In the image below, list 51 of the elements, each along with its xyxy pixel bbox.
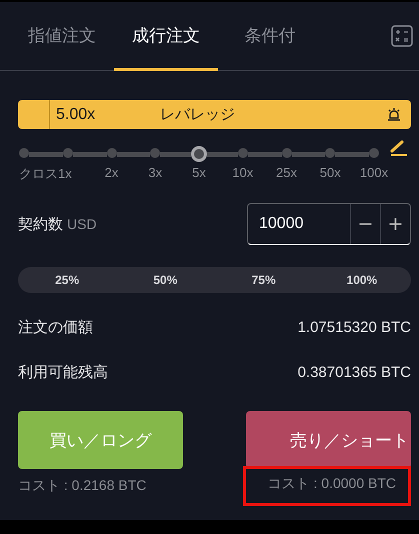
leverage-slider[interactable]: クロス1x 2x 3x 5x 10x 25x 50x 100x [16, 146, 390, 186]
track-segment[interactable] [116, 152, 150, 157]
sell-button[interactable]: 売り／ショート [246, 411, 411, 469]
percent-button[interactable]: 100% [312, 267, 411, 293]
track-segment[interactable] [160, 152, 191, 157]
order-type-tab[interactable]: 成行注文 [114, 2, 218, 71]
slider-stop[interactable] [369, 148, 379, 158]
percent-button[interactable]: 75% [214, 267, 313, 293]
slider-stop[interactable] [62, 148, 73, 158]
track-segment[interactable] [207, 152, 238, 157]
alarm-icon[interactable] [387, 107, 401, 122]
stop-label: 100x [360, 165, 388, 180]
summary-label: 利用可能残高 [18, 363, 108, 382]
track-segment[interactable] [248, 152, 282, 157]
order-type-tab[interactable]: 条件付 [218, 2, 322, 71]
slider-stop[interactable] [150, 148, 160, 158]
leverage-label: レバレッジ [160, 105, 235, 124]
stop-label: 50x [320, 165, 341, 180]
stop-label: 25x [276, 165, 297, 180]
slider-stop[interactable] [238, 148, 248, 158]
summary-value: 0.38701365 BTC [298, 364, 411, 381]
quantity-label: 契約数 [18, 214, 63, 234]
cost-text: コスト : 0.2168 BTC [18, 477, 146, 495]
track-segment[interactable] [29, 152, 63, 157]
cost-text: コスト : 0.0000 BTC [242, 466, 411, 506]
leverage-bar[interactable]: 5.00x レバレッジ [18, 100, 411, 129]
track-segment[interactable] [292, 152, 326, 157]
summary-label: 注文の価額 [18, 318, 93, 337]
percent-button[interactable]: 50% [116, 267, 214, 293]
pencil-icon[interactable] [390, 140, 408, 156]
percent-button[interactable]: 25% [18, 267, 116, 293]
summary-value: 1.07515320 BTC [298, 319, 411, 336]
stop-label: 2x [104, 165, 118, 180]
quantity-field[interactable]: 10000 − + [247, 203, 411, 245]
track-segment[interactable] [72, 152, 106, 157]
order-type-tab[interactable]: 指値注文 [10, 2, 114, 71]
slider-stop[interactable] [19, 148, 29, 158]
stop-label: 5x [192, 165, 206, 180]
track-segment[interactable] [335, 152, 369, 157]
slider-thumb[interactable] [191, 146, 207, 162]
stop-label: 3x [148, 165, 162, 180]
slider-stop[interactable] [325, 148, 336, 158]
stop-label: 10x [232, 165, 254, 180]
leverage-value: 5.00x [56, 106, 96, 124]
slider-stop[interactable] [282, 148, 292, 158]
unit-label: USD [67, 216, 97, 232]
increment-button[interactable]: + [380, 204, 410, 244]
decrement-button[interactable]: − [350, 204, 380, 244]
stop-label: クロス1x [19, 165, 72, 183]
slider-stop[interactable] [106, 148, 116, 158]
calculator-icon[interactable] [391, 25, 413, 47]
